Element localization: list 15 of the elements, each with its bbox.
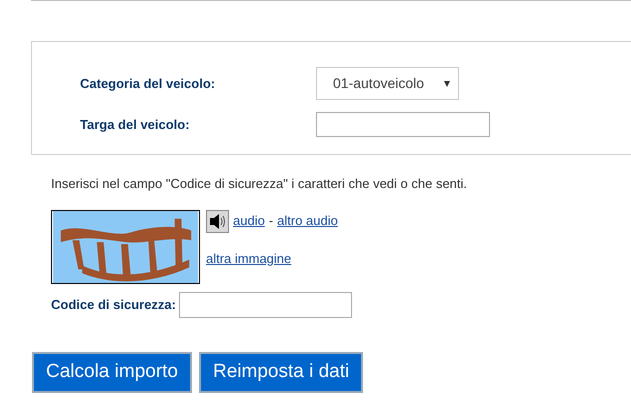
- instruction-text: Inserisci nel campo "Codice di sicurezza" i caratteri che vedi o che senti.: [51, 175, 468, 193]
- field-label: Categoria del veicolo:: [80, 74, 216, 93]
- reset-button[interactable]: Reimposta i dati: [199, 352, 364, 392]
- calculate-button[interactable]: Calcola importo: [32, 352, 192, 392]
- field-label: Targa del veicolo:: [80, 116, 191, 134]
- security-code-field[interactable]: [178, 292, 352, 318]
- caret-icon: [444, 80, 450, 86]
- plate-field[interactable]: [316, 112, 490, 137]
- separator-text: -: [268, 212, 274, 230]
- speaker-icon[interactable]: [206, 210, 229, 232]
- category-select[interactable]: 01-autoveicolo: [316, 67, 459, 100]
- security-code-label: Codice di sicurezza:: [51, 296, 176, 314]
- audio-link[interactable]: audio: [233, 211, 265, 231]
- other-audio-link[interactable]: altro audio: [277, 211, 338, 231]
- other-image-link[interactable]: altra immagine: [206, 250, 292, 266]
